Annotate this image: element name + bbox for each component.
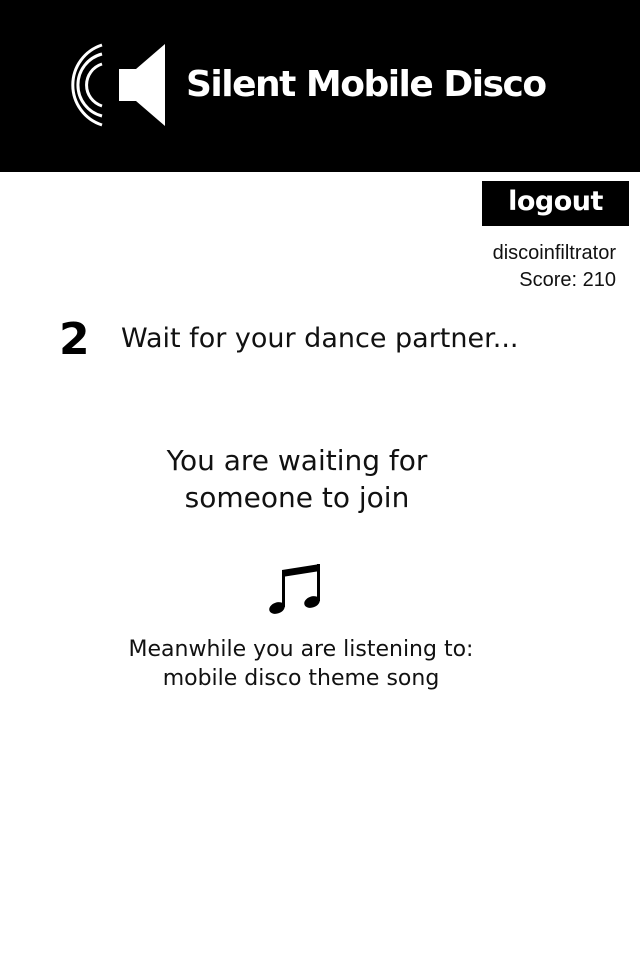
logout-button[interactable]: logout [482,181,629,226]
score: Score: 210 [519,269,616,291]
username: discoinfiltrator [492,242,616,264]
waiting-line-2: someone to join [184,481,410,514]
waiting-line-1: You are waiting for [166,444,428,477]
user-info: discoinfiltrator Score: 210 [493,240,616,294]
now-playing: Meanwhile you are listening to: mobile d… [110,635,492,693]
app-title: Silent Mobile Disco [186,64,547,105]
step-title: Wait for your dance partner... [121,323,519,354]
step-number: 2 [59,314,90,365]
waiting-message: You are waiting for someone to join [120,442,474,516]
now-playing-song: mobile disco theme song [162,666,440,691]
now-playing-label: Meanwhile you are listening to: [128,637,474,662]
speaker-sound-icon [71,43,165,127]
music-notes-icon [269,564,320,614]
app-header: Silent Mobile Disco [0,0,640,172]
